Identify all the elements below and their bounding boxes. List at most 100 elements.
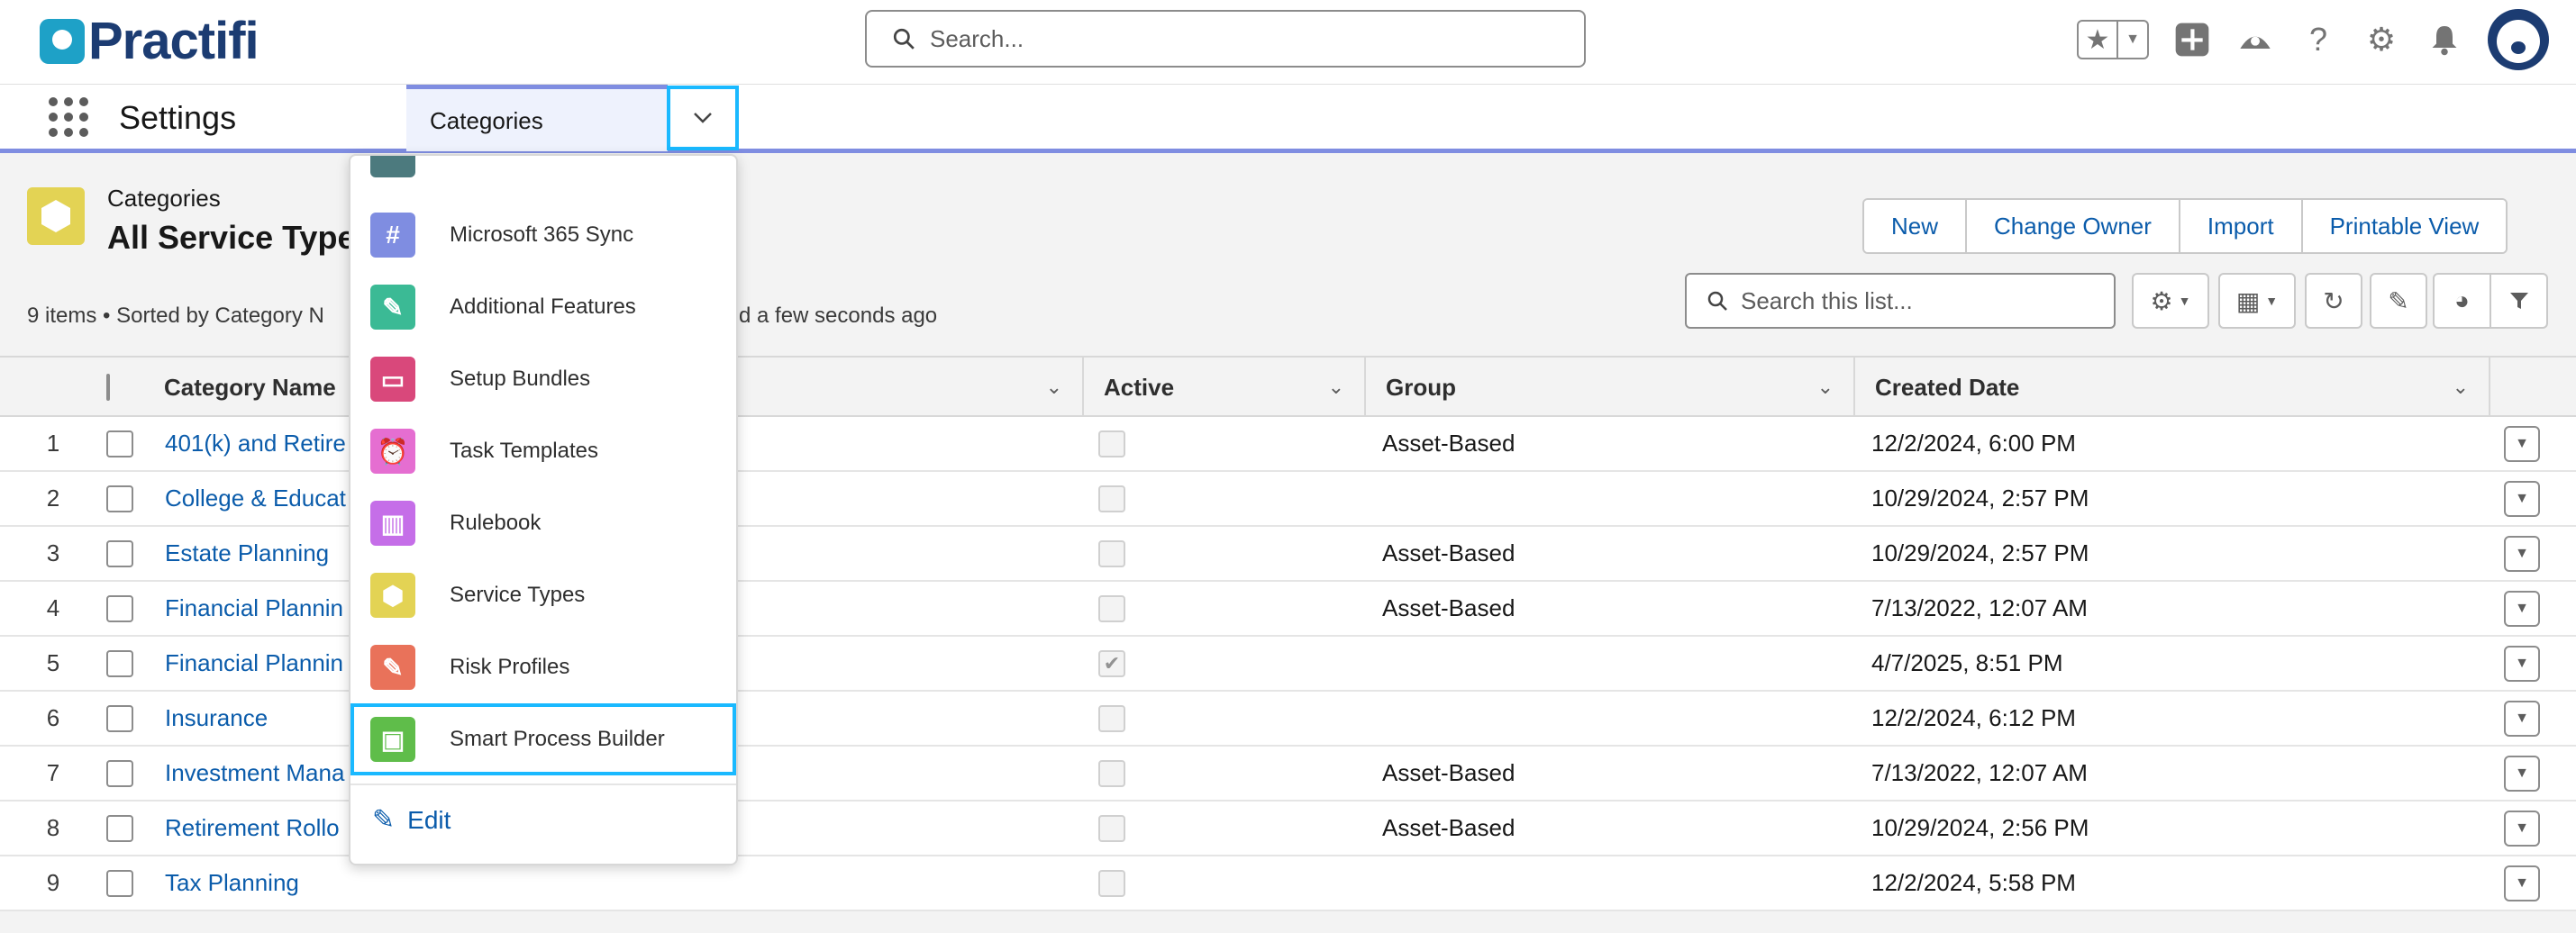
- row-select-checkbox[interactable]: [106, 649, 133, 677]
- inline-edit-button[interactable]: ✎: [2370, 273, 2427, 329]
- list-search-input[interactable]: [1741, 286, 2101, 315]
- row-select-checkbox[interactable]: [106, 759, 133, 787]
- row-action-menu-icon[interactable]: ▼: [2504, 700, 2540, 737]
- chart-icon[interactable]: ◕: [2435, 275, 2491, 327]
- printable-view-button[interactable]: Printable View: [2302, 200, 2507, 252]
- menu-item-task-templates[interactable]: ⏰ Task Templates: [350, 415, 736, 487]
- app-launcher-icon[interactable]: [49, 97, 88, 137]
- chevron-down-icon[interactable]: ⌄: [1817, 376, 1834, 399]
- change-owner-button[interactable]: Change Owner: [1967, 200, 2180, 252]
- row-select-checkbox[interactable]: [106, 539, 133, 567]
- menu-item-rulebook[interactable]: ▥ Rulebook: [350, 487, 736, 559]
- menu-item-microsoft-365-sync[interactable]: # Microsoft 365 Sync: [350, 199, 736, 271]
- global-search[interactable]: [865, 10, 1586, 68]
- setup-gear-icon[interactable]: ⚙: [2362, 20, 2401, 59]
- tab-categories-dropdown-button[interactable]: [667, 86, 739, 150]
- header-utility-icons: ★ ▼ ? ⚙: [2077, 9, 2549, 70]
- menu-item-risk-profiles[interactable]: ✎ Risk Profiles: [350, 631, 736, 703]
- category-name-link[interactable]: Financial Plannin: [165, 637, 343, 690]
- favorites-star-icon[interactable]: ★: [2079, 22, 2118, 58]
- row-select-checkbox[interactable]: [106, 430, 133, 457]
- favorites-group[interactable]: ★ ▼: [2077, 20, 2149, 59]
- practifi-logo[interactable]: Practifi: [40, 11, 259, 71]
- menu-item-setup-bundles[interactable]: ▭ Setup Bundles: [350, 343, 736, 415]
- list-settings-button[interactable]: ⚙ ▼: [2132, 273, 2209, 329]
- tab-categories[interactable]: Categories: [406, 85, 668, 151]
- row-action-cell: ▼: [2504, 417, 2540, 470]
- menu-item-label: Service Types: [450, 583, 586, 607]
- chevron-down-icon[interactable]: ⌄: [2453, 376, 2469, 399]
- favorites-dropdown-icon[interactable]: ▼: [2118, 22, 2147, 58]
- row-action-menu-icon[interactable]: ▼: [2504, 590, 2540, 627]
- active-cell: [1098, 417, 1125, 470]
- menu-item-label: Additional Features: [450, 294, 636, 319]
- category-name-link[interactable]: 401(k) and Retire: [165, 417, 346, 470]
- list-view-meta: 9 items • Sorted by Category N: [27, 303, 324, 328]
- row-select-checkbox[interactable]: [106, 594, 133, 622]
- edit-label: Edit: [407, 805, 451, 834]
- row-action-menu-icon[interactable]: ▼: [2504, 865, 2540, 901]
- created-date-cell: 10/29/2024, 2:57 PM: [1871, 485, 2089, 512]
- category-name-link[interactable]: Financial Plannin: [165, 582, 343, 635]
- menu-item-label: Smart Process Builder: [450, 727, 665, 751]
- column-header-created-date[interactable]: Created Date ⌄: [1855, 358, 2490, 417]
- list-search[interactable]: [1685, 273, 2116, 329]
- menu-item-label: Risk Profiles: [450, 655, 570, 679]
- row-select-cell: [106, 472, 133, 525]
- category-name-link[interactable]: Insurance: [165, 692, 268, 745]
- edit-nav-items-link[interactable]: ✎ Edit: [372, 804, 451, 836]
- row-action-menu-icon[interactable]: ▼: [2504, 810, 2540, 847]
- trailhead-icon[interactable]: [2235, 20, 2275, 59]
- row-select-checkbox[interactable]: [106, 704, 133, 732]
- row-select-checkbox[interactable]: [106, 869, 133, 897]
- category-name-link[interactable]: Investment Mana: [165, 747, 344, 800]
- refresh-button[interactable]: ↻: [2305, 273, 2362, 329]
- menu-item-service-types[interactable]: ⬢ Service Types: [350, 559, 736, 631]
- row-select-cell: [106, 692, 133, 745]
- row-action-menu-icon[interactable]: ▼: [2504, 645, 2540, 682]
- category-name-link[interactable]: College & Educat: [165, 472, 346, 525]
- row-number: 2: [46, 485, 60, 512]
- search-icon: [893, 28, 915, 50]
- navigation-menu-dropdown: # Microsoft 365 Sync ✎ Additional Features ▭…: [349, 154, 738, 865]
- active-checkbox: [1098, 704, 1125, 732]
- category-name-link[interactable]: Tax Planning: [165, 856, 299, 910]
- display-as-table-button[interactable]: ▦ ▼: [2218, 273, 2296, 329]
- row-action-menu-icon[interactable]: ▼: [2504, 535, 2540, 572]
- filter-icon[interactable]: [2491, 275, 2546, 327]
- service-type-object-icon: [27, 187, 85, 245]
- select-all-checkbox[interactable]: [106, 374, 110, 401]
- global-search-input[interactable]: [930, 24, 1543, 53]
- new-button[interactable]: New: [1864, 200, 1968, 252]
- hexagon-icon: [41, 200, 70, 232]
- row-select-checkbox[interactable]: [106, 485, 133, 512]
- menu-item-additional-features[interactable]: ✎ Additional Features: [350, 271, 736, 343]
- help-icon[interactable]: ?: [2298, 20, 2338, 59]
- row-action-menu-icon[interactable]: ▼: [2504, 755, 2540, 792]
- row-select-checkbox[interactable]: [106, 814, 133, 842]
- chevron-down-icon[interactable]: ⌄: [1328, 376, 1344, 399]
- menu-item-label: Microsoft 365 Sync: [450, 222, 634, 247]
- app-name: Settings: [119, 99, 237, 136]
- import-button[interactable]: Import: [2180, 200, 2303, 252]
- plus-icon[interactable]: [2172, 20, 2212, 59]
- column-header-active[interactable]: Active ⌄: [1084, 358, 1366, 417]
- column-header-group[interactable]: Group ⌄: [1366, 358, 1855, 417]
- avatar[interactable]: [2488, 9, 2549, 70]
- row-select-cell: [106, 582, 133, 635]
- category-name-link[interactable]: Estate Planning: [165, 527, 329, 580]
- list-view-title[interactable]: All Service Types: [107, 219, 374, 257]
- chevron-down-icon[interactable]: ⌄: [1046, 376, 1062, 399]
- row-action-menu-icon[interactable]: ▼: [2504, 425, 2540, 462]
- category-name-link[interactable]: Retirement Rollo: [165, 802, 340, 855]
- row-action-menu-icon[interactable]: ▼: [2504, 480, 2540, 517]
- caret-down-icon: ▼: [2265, 294, 2279, 308]
- row-action-cell: ▼: [2504, 802, 2540, 855]
- chevron-down-icon: [694, 113, 712, 123]
- menu-item-smart-process-builder[interactable]: ▣ Smart Process Builder: [350, 703, 736, 775]
- row-number: 6: [46, 704, 60, 731]
- row-select-cell: [106, 856, 133, 910]
- active-checkbox: ✔: [1098, 649, 1125, 677]
- notification-bell-icon[interactable]: [2425, 20, 2464, 59]
- app-nav-bar: Settings Categories: [0, 85, 2576, 153]
